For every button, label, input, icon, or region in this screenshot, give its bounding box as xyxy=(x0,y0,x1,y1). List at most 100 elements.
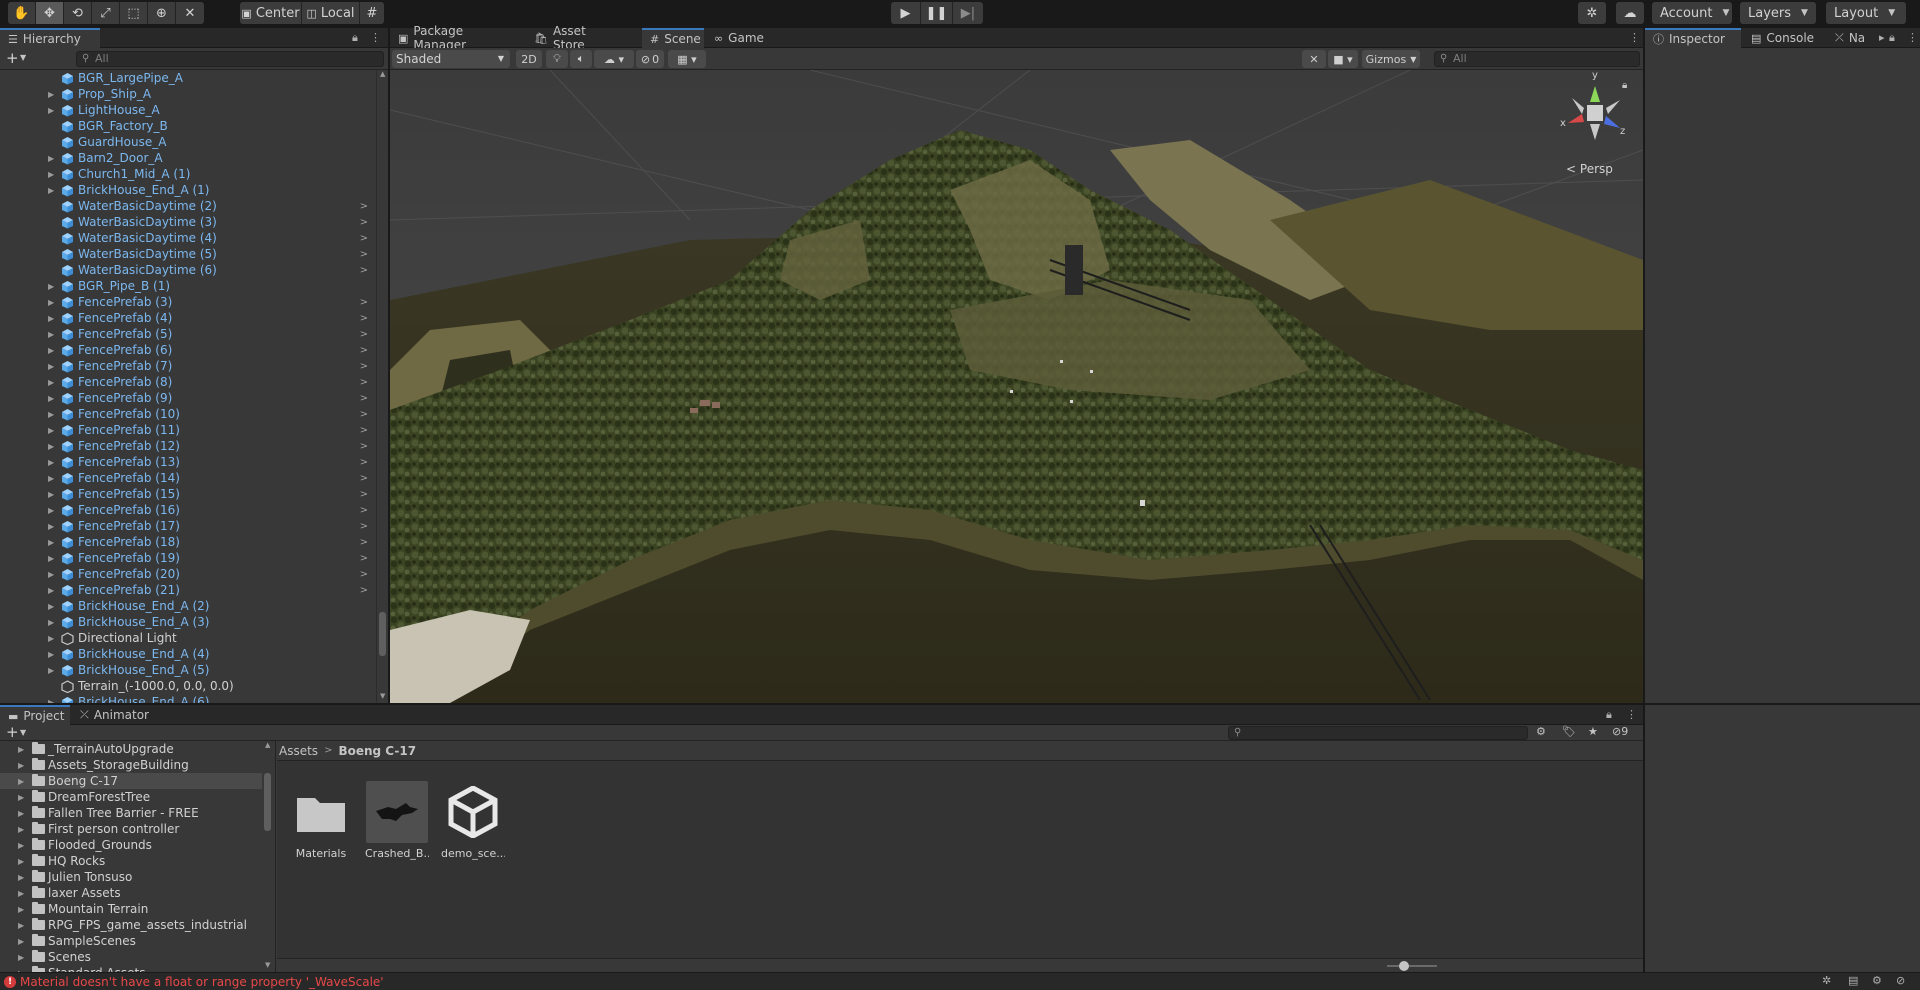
foldout-arrow-icon[interactable]: ▶ xyxy=(48,474,54,483)
hierarchy-item[interactable]: WaterBasicDaytime (6) > xyxy=(0,262,376,278)
project-search-input[interactable]: ⚲ xyxy=(1228,726,1528,740)
play-icon[interactable]: ▶ xyxy=(891,2,921,24)
foldout-arrow-icon[interactable]: ▶ xyxy=(18,761,24,770)
tab-console[interactable]: ▤ Console xyxy=(1743,28,1825,48)
hierarchy-item[interactable]: BGR_LargePipe_A xyxy=(0,70,376,86)
project-folder-item[interactable]: ▶ _TerrainAutoUpgrade xyxy=(0,741,262,757)
chevron-right-icon[interactable]: > xyxy=(360,329,368,340)
project-folder-item[interactable]: ▶ Flooded_Grounds xyxy=(0,837,262,853)
scale-tool-icon[interactable]: ⤢ xyxy=(92,2,120,24)
hierarchy-item[interactable]: WaterBasicDaytime (5) > xyxy=(0,246,376,262)
foldout-arrow-icon[interactable]: ▶ xyxy=(18,777,24,786)
progress-icon[interactable]: ▤ xyxy=(1848,974,1858,987)
breadcrumb-assets[interactable]: Assets xyxy=(279,744,318,758)
add-icon[interactable]: + xyxy=(6,723,19,741)
foldout-arrow-icon[interactable]: ▶ xyxy=(48,90,54,99)
hierarchy-item[interactable]: ▶ FencePrefab (5) > xyxy=(0,326,376,342)
tab-navigation[interactable]: ⤫ Na xyxy=(1827,28,1877,48)
grid-toggle-icon[interactable]: ▦ ▾ xyxy=(668,50,706,68)
hierarchy-item[interactable]: ▶ BrickHouse_End_A (4) xyxy=(0,646,376,662)
hierarchy-item[interactable]: ▶ FencePrefab (21) > xyxy=(0,582,376,598)
chevron-right-icon[interactable]: > xyxy=(360,473,368,484)
hierarchy-item[interactable]: ▶ FencePrefab (11) > xyxy=(0,422,376,438)
hierarchy-item[interactable]: ▶ BrickHouse_End_A (3) xyxy=(0,614,376,630)
foldout-arrow-icon[interactable]: ▶ xyxy=(18,921,24,930)
hierarchy-item[interactable]: ▶ Barn2_Door_A xyxy=(0,150,376,166)
foldout-arrow-icon[interactable]: ▶ xyxy=(48,522,54,531)
hierarchy-scroll-thumb[interactable] xyxy=(379,612,386,656)
chevron-right-icon[interactable]: > xyxy=(360,393,368,404)
chevron-right-icon[interactable]: > xyxy=(360,553,368,564)
pause-icon[interactable]: ❚❚ xyxy=(921,2,953,24)
shading-mode-dropdown[interactable]: Shaded ▼ xyxy=(392,50,510,68)
tab-hierarchy[interactable]: ☰ Hierarchy xyxy=(0,28,100,48)
hierarchy-scrollbar[interactable]: ▲ ▼ xyxy=(376,70,388,703)
project-tree-scroll-thumb[interactable] xyxy=(264,773,271,831)
audio-icon[interactable]: 🔈︎ xyxy=(570,50,592,68)
foldout-arrow-icon[interactable]: ▶ xyxy=(48,170,54,179)
lock-icon[interactable]: 🔒︎ xyxy=(352,31,358,45)
chevron-right-icon[interactable]: > xyxy=(360,313,368,324)
chevron-right-icon[interactable]: > xyxy=(360,489,368,500)
project-folder-item[interactable]: ▶ SampleScenes xyxy=(0,933,262,949)
rect-tool-icon[interactable]: ⬚ xyxy=(120,2,148,24)
foldout-arrow-icon[interactable]: ▶ xyxy=(18,841,24,850)
tab-inspector[interactable]: ⓘ Inspector xyxy=(1645,28,1741,48)
chevron-right-icon[interactable]: > xyxy=(360,201,368,212)
hierarchy-item[interactable]: WaterBasicDaytime (4) > xyxy=(0,230,376,246)
hierarchy-item[interactable]: WaterBasicDaytime (2) > xyxy=(0,198,376,214)
move-tool-icon[interactable]: ✥ xyxy=(36,2,64,24)
foldout-arrow-icon[interactable]: ▶ xyxy=(48,538,54,547)
asset-materials[interactable]: Materials xyxy=(289,781,353,861)
custom-tool-icon[interactable]: ✕ xyxy=(176,2,204,24)
status-message[interactable]: Material doesn't have a float or range p… xyxy=(20,975,384,989)
foldout-arrow-icon[interactable]: ▶ xyxy=(48,106,54,115)
hierarchy-search-input[interactable]: ⚲ All xyxy=(76,51,384,67)
foldout-arrow-icon[interactable]: ▶ xyxy=(18,873,24,882)
hierarchy-item[interactable]: ▶ BrickHouse_End_A (5) xyxy=(0,662,376,678)
hierarchy-item[interactable]: ▶ BrickHouse_End_A (2) xyxy=(0,598,376,614)
filter-type-icon[interactable]: ⚙ xyxy=(1536,725,1546,738)
foldout-arrow-icon[interactable]: ▶ xyxy=(18,745,24,754)
foldout-arrow-icon[interactable]: ▶ xyxy=(18,937,24,946)
chevron-right-icon[interactable]: > xyxy=(360,425,368,436)
hierarchy-item[interactable]: ▶ FencePrefab (4) > xyxy=(0,310,376,326)
chevron-down-icon[interactable]: ▼ xyxy=(20,728,26,737)
project-folder-item[interactable]: ▶ Scenes xyxy=(0,949,262,965)
chevron-right-icon[interactable]: > xyxy=(360,441,368,452)
hierarchy-item[interactable]: WaterBasicDaytime (3) > xyxy=(0,214,376,230)
hierarchy-item[interactable]: ▶ FencePrefab (7) > xyxy=(0,358,376,374)
hierarchy-item[interactable]: Terrain_(-1000.0, 0.0, 0.0) xyxy=(0,678,376,694)
project-folder-item[interactable]: ▶ Mountain Terrain xyxy=(0,901,262,917)
star-icon[interactable]: ★ xyxy=(1588,725,1598,738)
chevron-right-icon[interactable]: > xyxy=(360,521,368,532)
foldout-arrow-icon[interactable]: ▶ xyxy=(48,634,54,643)
chevron-right-icon[interactable]: > xyxy=(360,217,368,228)
foldout-arrow-icon[interactable]: ▶ xyxy=(18,905,24,914)
project-folder-item[interactable]: ▶ Assets_StorageBuilding xyxy=(0,757,262,773)
kebab-menu-icon[interactable]: ⋮ xyxy=(1629,31,1640,44)
foldout-arrow-icon[interactable]: ▶ xyxy=(48,586,54,595)
foldout-arrow-icon[interactable]: ▶ xyxy=(48,186,54,195)
camera-icon[interactable]: ■ ▾ xyxy=(1328,50,1358,68)
foldout-arrow-icon[interactable]: ▶ xyxy=(18,889,24,898)
tab-animator[interactable]: ⤫ Animator xyxy=(72,705,158,725)
project-tree-scrollbar[interactable]: ▲ ▼ xyxy=(262,741,274,972)
foldout-arrow-icon[interactable]: ▶ xyxy=(48,394,54,403)
scroll-up-icon[interactable]: ▲ xyxy=(265,741,270,749)
chevron-right-icon[interactable]: > xyxy=(360,409,368,420)
orientation-gizmo[interactable]: y x z xyxy=(1560,70,1630,158)
scene-viewport[interactable]: y x z 🔒︎ < Persp xyxy=(390,70,1643,703)
scroll-down-icon[interactable]: ▼ xyxy=(265,961,270,969)
foldout-arrow-icon[interactable]: ▶ xyxy=(48,362,54,371)
hierarchy-item[interactable]: ▶ FencePrefab (13) > xyxy=(0,454,376,470)
project-folder-item[interactable]: ▶Standard Assets xyxy=(0,965,262,972)
foldout-arrow-icon[interactable]: ▶ xyxy=(48,378,54,387)
lock-icon[interactable]: 🔒︎ xyxy=(1889,31,1895,45)
foldout-arrow-icon[interactable]: ▶ xyxy=(48,314,54,323)
hierarchy-item[interactable]: ▶ FencePrefab (19) > xyxy=(0,550,376,566)
project-folder-item[interactable]: ▶ RPG_FPS_game_assets_industrial xyxy=(0,917,262,933)
pivot-local-button[interactable]: ◫ Local xyxy=(302,2,360,24)
asset-demo-scene[interactable]: demo_sce... xyxy=(441,781,505,861)
kebab-menu-icon[interactable]: ⋮ xyxy=(1626,708,1637,721)
